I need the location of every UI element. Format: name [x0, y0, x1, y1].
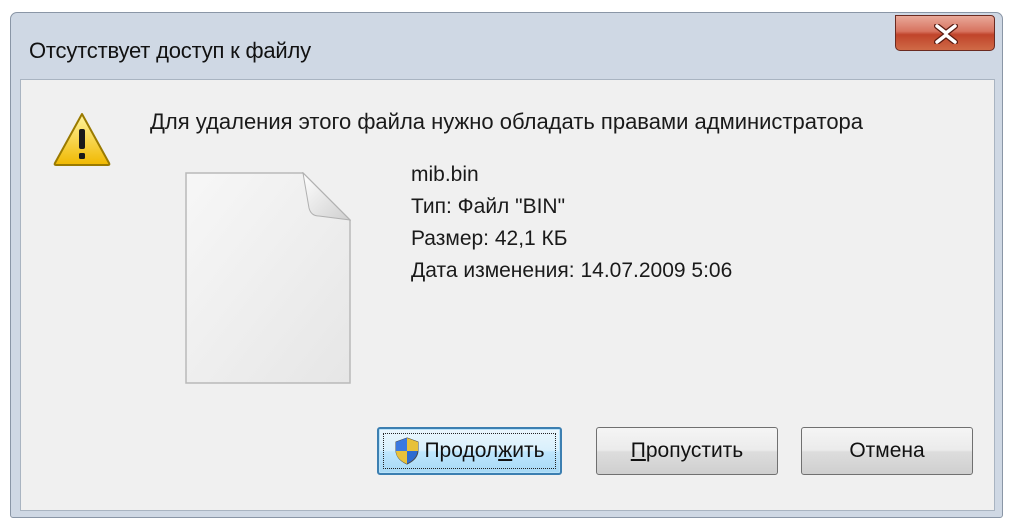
file-modified: Дата изменения: 14.07.2009 5:06	[411, 259, 733, 282]
focus-rectangle	[383, 433, 556, 469]
file-icon	[185, 172, 351, 384]
close-button[interactable]	[895, 15, 995, 51]
message-text: Для удаления этого файла нужно обладать …	[150, 109, 864, 134]
skip-label: Пропустить	[630, 439, 744, 462]
continue-button[interactable]: Продолжить	[377, 427, 562, 475]
cancel-button[interactable]: Отмена	[801, 427, 973, 475]
skip-button[interactable]: Пропустить	[596, 427, 778, 475]
file-info: mib.bin Тип: Файл "BIN" Размер: 42,1 КБ …	[411, 159, 732, 287]
close-x-icon	[934, 24, 958, 44]
dialog-content: Для удаления этого файла нужно обладать …	[20, 79, 995, 511]
file-type: Тип: Файл "BIN"	[411, 195, 566, 218]
title-bar[interactable]: Отсутствует доступ к файлу	[11, 13, 1002, 79]
window-title: Отсутствует доступ к файлу	[29, 38, 311, 63]
warning-icon	[53, 113, 111, 166]
file-name: mib.bin	[411, 163, 479, 186]
dialog-window: Отсутствует доступ к файлу Для удаления …	[10, 12, 1003, 518]
file-size: Размер: 42,1 КБ	[411, 227, 568, 250]
